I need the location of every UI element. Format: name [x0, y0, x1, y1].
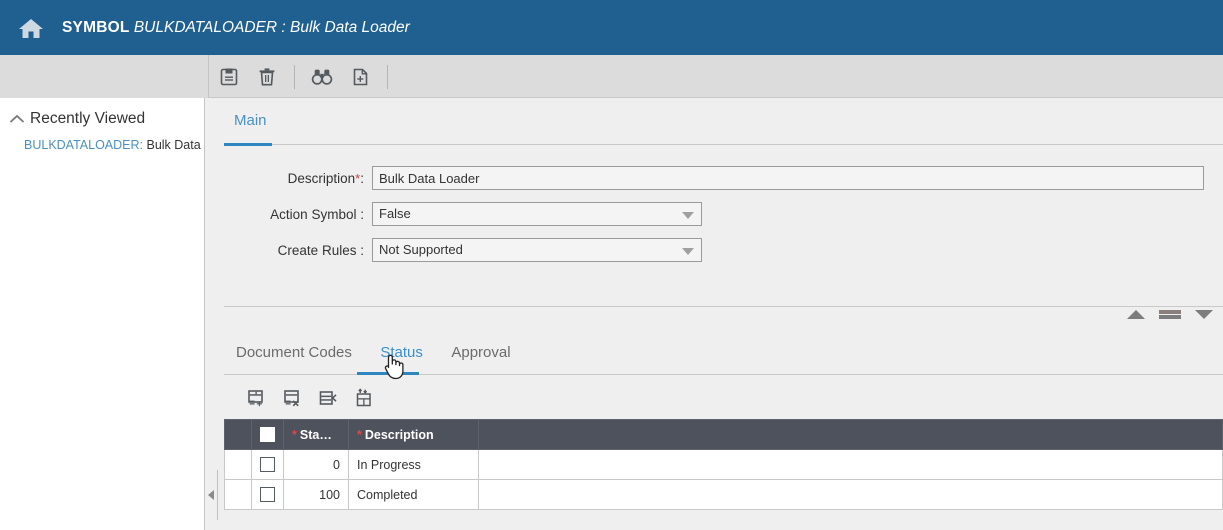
app-header: SYMBOL BULKDATALOADER : Bulk Data Loader — [0, 0, 1223, 55]
page-title-prefix: SYMBOL — [62, 19, 130, 36]
row-filler — [479, 480, 1223, 510]
form-row-action-symbol: Action Symbol : False — [206, 196, 1223, 232]
grid-header: *Sta… *Description — [225, 420, 1223, 450]
action-symbol-label-text: Action Symbol — [270, 207, 356, 222]
grid-header-description[interactable]: *Description — [349, 420, 479, 450]
main-form: Description*: Action Symbol : False Crea… — [206, 160, 1223, 268]
row-description-value[interactable]: In Progress — [349, 450, 479, 480]
add-row-icon[interactable] — [238, 383, 274, 413]
description-label-text: Description — [288, 171, 356, 186]
main-tabstrip: Main — [224, 106, 1223, 144]
table-row[interactable]: 100 Completed — [225, 480, 1223, 510]
action-symbol-label-colon: : — [360, 207, 364, 222]
page-title-rest: BULKDATALOADER : Bulk Data Loader — [130, 19, 410, 36]
sub-tabstrip: Document Codes Status Approval — [224, 338, 1223, 376]
row-handle[interactable] — [225, 450, 252, 480]
status-grid: *Sta… *Description 0 In Progress — [224, 419, 1223, 510]
grid-header-select-all[interactable] — [252, 420, 284, 450]
panel-splitter-divider — [224, 306, 1223, 307]
create-rules-label: Create Rules : — [206, 243, 372, 258]
content-panel: Main Description*: Action Symbol : False — [206, 98, 1223, 530]
application-window: SYMBOL BULKDATALOADER : Bulk Data Loader — [0, 0, 1223, 530]
grid-header-filler — [479, 420, 1223, 450]
delete-row-icon[interactable] — [274, 383, 310, 413]
delete-icon[interactable] — [248, 55, 286, 98]
sidebar-item-label: Bulk Data L — [143, 138, 205, 152]
split-bars-icon[interactable] — [1159, 310, 1181, 319]
chevron-up-icon — [8, 112, 26, 126]
row-select-cell[interactable] — [252, 480, 284, 510]
description-label: Description*: — [206, 171, 372, 186]
create-rules-select[interactable]: Not Supported — [372, 238, 702, 262]
sort-grid-icon[interactable] — [346, 383, 382, 413]
create-rules-label-colon: : — [360, 243, 364, 258]
row-checkbox[interactable] — [260, 487, 275, 502]
toolbar-separator-2 — [387, 65, 388, 89]
row-filler — [479, 450, 1223, 480]
grid-header-row: *Sta… *Description — [225, 420, 1223, 450]
row-status-value[interactable]: 0 — [284, 450, 349, 480]
toolbar-row — [0, 55, 1223, 98]
main-tabstrip-divider — [224, 144, 1223, 145]
action-symbol-select[interactable]: False — [372, 202, 702, 226]
grid-header-status[interactable]: *Sta… — [284, 420, 349, 450]
description-input[interactable] — [372, 166, 1204, 190]
select-all-checkbox[interactable] — [260, 427, 275, 442]
create-rules-value: Not Supported — [379, 242, 463, 257]
sidebar-section-label: Recently Viewed — [30, 110, 145, 128]
save-icon[interactable] — [210, 55, 248, 98]
chevron-down-icon — [682, 212, 694, 219]
row-status-value[interactable]: 100 — [284, 480, 349, 510]
page-title: SYMBOL BULKDATALOADER : Bulk Data Loader — [62, 19, 410, 37]
grid-header-description-label: Description — [365, 428, 434, 442]
toolbar-left-spacer — [0, 55, 209, 98]
insert-row-icon[interactable] — [310, 383, 346, 413]
create-rules-label-text: Create Rules — [278, 243, 357, 258]
form-row-create-rules: Create Rules : Not Supported — [206, 232, 1223, 268]
tab-status-indicator — [357, 372, 419, 375]
tab-main-indicator — [224, 143, 272, 146]
triangle-left-icon — [207, 489, 216, 501]
tab-main[interactable]: Main — [224, 106, 277, 139]
collapse-down-icon[interactable] — [1195, 310, 1213, 319]
home-icon[interactable] — [8, 16, 54, 40]
sidebar-item-code: BULKDATALOADER: — [24, 138, 143, 152]
sidebar-item-bulkdataloader[interactable]: BULKDATALOADER: Bulk Data L — [0, 128, 204, 152]
grid-toolbar — [238, 383, 382, 413]
grid-body: 0 In Progress 100 Completed — [225, 450, 1223, 510]
search-icon[interactable] — [303, 55, 341, 98]
action-symbol-value: False — [379, 206, 411, 221]
sidebar-section-recently-viewed[interactable]: Recently Viewed — [0, 98, 204, 128]
sidebar: Recently Viewed BULKDATALOADER: Bulk Dat… — [0, 98, 205, 530]
action-symbol-label: Action Symbol : — [206, 207, 372, 222]
grid-header-handle — [225, 420, 252, 450]
grid-header-status-label: Sta… — [300, 428, 332, 442]
table-row[interactable]: 0 In Progress — [225, 450, 1223, 480]
collapse-up-icon[interactable] — [1127, 310, 1145, 319]
tab-status[interactable]: Status — [368, 338, 435, 371]
panel-collapse-handle[interactable] — [206, 470, 218, 520]
new-document-icon[interactable] — [341, 55, 379, 98]
row-select-cell[interactable] — [252, 450, 284, 480]
toolbar-separator — [294, 65, 295, 89]
tab-document-codes[interactable]: Document Codes — [224, 338, 364, 371]
required-asterisk-status: * — [292, 428, 297, 442]
row-checkbox[interactable] — [260, 457, 275, 472]
chevron-down-icon-2 — [682, 248, 694, 255]
tab-approval[interactable]: Approval — [439, 338, 522, 371]
description-label-colon: : — [360, 171, 364, 186]
panel-splitter-controls — [1127, 310, 1213, 319]
row-handle[interactable] — [225, 480, 252, 510]
row-description-value[interactable]: Completed — [349, 480, 479, 510]
form-row-description: Description*: — [206, 160, 1223, 196]
main-toolbar — [210, 55, 396, 98]
required-asterisk-description: * — [357, 428, 362, 442]
